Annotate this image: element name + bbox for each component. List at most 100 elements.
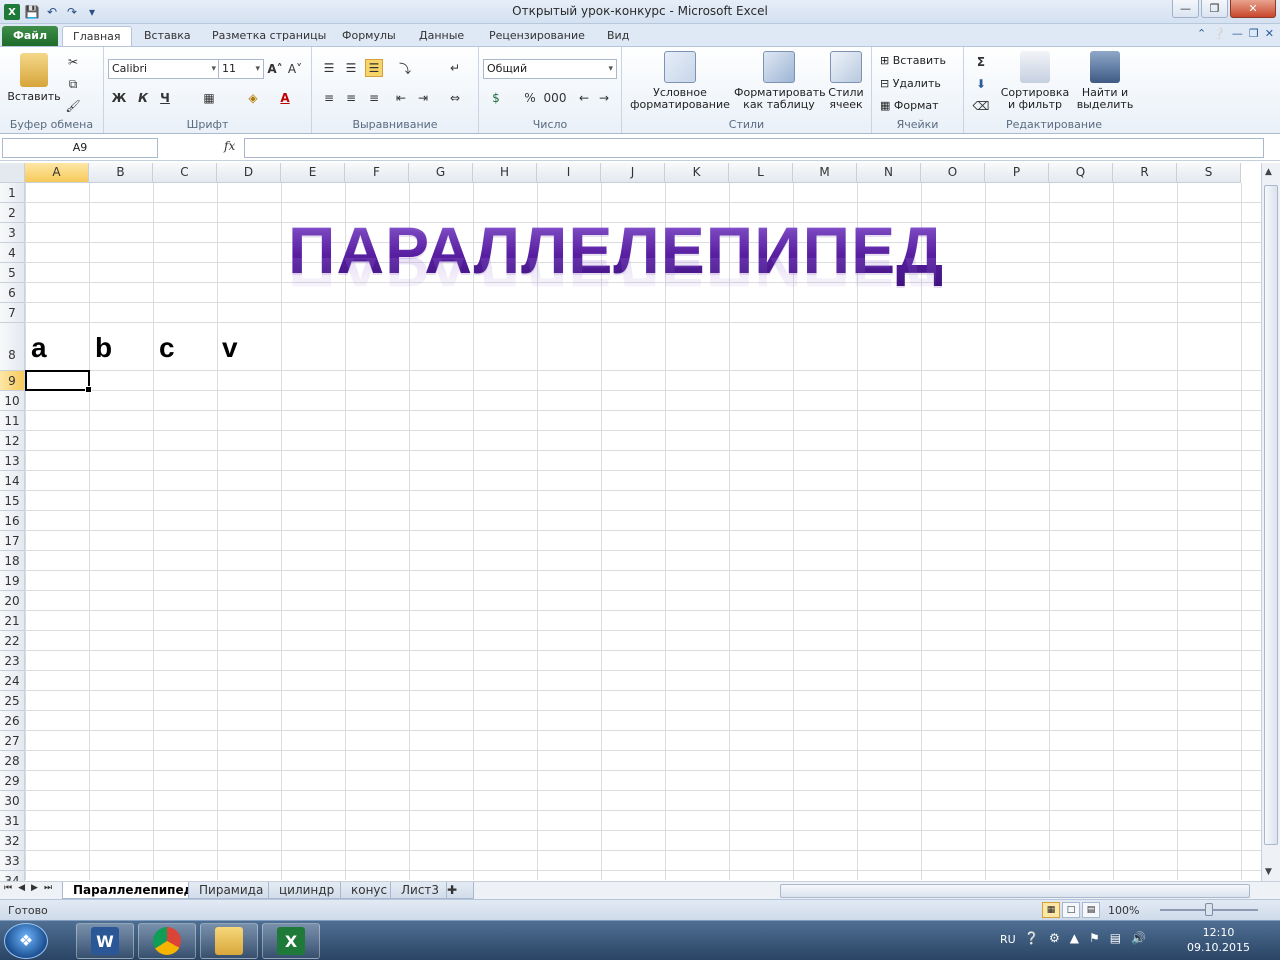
currency-icon[interactable]: $ <box>487 89 505 107</box>
row-header-1[interactable]: 1 <box>0 183 25 203</box>
column-header-o[interactable]: O <box>921 163 985 183</box>
italic-button[interactable]: К <box>134 89 152 107</box>
column-header-h[interactable]: H <box>473 163 537 183</box>
column-header-m[interactable]: M <box>793 163 857 183</box>
row-header-27[interactable]: 27 <box>0 731 25 751</box>
flag-icon[interactable]: ⚑ <box>1089 931 1100 945</box>
insert-cells-button[interactable]: ⊞ Вставить <box>880 55 946 67</box>
increase-indent-icon[interactable]: ⇥ <box>414 89 432 107</box>
vertical-scrollbar[interactable]: ▲ ▼ <box>1261 163 1280 881</box>
row-header-21[interactable]: 21 <box>0 611 25 631</box>
volume-icon[interactable]: 🔊 <box>1131 931 1146 945</box>
row-header-17[interactable]: 17 <box>0 531 25 551</box>
column-header-f[interactable]: F <box>345 163 409 183</box>
minimize-button[interactable]: — <box>1172 0 1199 18</box>
sheet-tab-cylinder[interactable]: цилиндр <box>268 882 346 899</box>
row-header-14[interactable]: 14 <box>0 471 25 491</box>
column-header-r[interactable]: R <box>1113 163 1177 183</box>
align-right-icon[interactable]: ≡ <box>365 89 383 107</box>
vertical-scroll-thumb[interactable] <box>1264 185 1278 845</box>
column-header-c[interactable]: C <box>153 163 217 183</box>
tab-data[interactable]: Данные <box>409 26 474 46</box>
column-header-g[interactable]: G <box>409 163 473 183</box>
decrease-decimal-icon[interactable]: → <box>595 89 613 107</box>
column-header-d[interactable]: D <box>217 163 281 183</box>
align-left-icon[interactable]: ≡ <box>320 89 338 107</box>
increase-decimal-icon[interactable]: ← <box>575 89 593 107</box>
wrap-text-icon[interactable]: ↵ <box>446 59 464 77</box>
select-all-corner[interactable] <box>0 163 25 183</box>
column-header-j[interactable]: J <box>601 163 665 183</box>
row-header-23[interactable]: 23 <box>0 651 25 671</box>
sheet-tab-pyramid[interactable]: Пирамида <box>188 882 275 899</box>
sheet-tab-list3[interactable]: Лист3 <box>390 882 451 899</box>
merge-center-icon[interactable]: ⇔ <box>446 89 464 107</box>
new-sheet-icon[interactable]: ✚ <box>446 882 474 899</box>
underline-button[interactable]: Ч <box>156 89 174 107</box>
start-button[interactable]: ❖ <box>4 923 48 959</box>
column-header-i[interactable]: I <box>537 163 601 183</box>
zoom-level[interactable]: 100% <box>1108 904 1139 917</box>
column-header-p[interactable]: P <box>985 163 1049 183</box>
align-bottom-icon[interactable]: ☰ <box>365 59 383 77</box>
paste-button[interactable]: Вставить <box>6 53 62 103</box>
row-header-29[interactable]: 29 <box>0 771 25 791</box>
show-hidden-icon[interactable]: ▲ <box>1070 931 1079 945</box>
page-break-view-icon[interactable]: ▤ <box>1082 902 1100 918</box>
column-header-q[interactable]: Q <box>1049 163 1113 183</box>
tab-view[interactable]: Вид <box>597 26 639 46</box>
formula-input[interactable] <box>244 138 1264 158</box>
column-header-s[interactable]: S <box>1177 163 1241 183</box>
cell-styles-button[interactable]: Стили ячеек <box>824 51 868 111</box>
row-header-24[interactable]: 24 <box>0 671 25 691</box>
column-header-l[interactable]: L <box>729 163 793 183</box>
copy-icon[interactable]: ⧉ <box>64 75 82 93</box>
percent-button[interactable]: % <box>521 89 539 107</box>
fill-icon[interactable]: ⬇ <box>972 75 990 93</box>
column-header-a[interactable]: A <box>25 163 89 183</box>
row-header-15[interactable]: 15 <box>0 491 25 511</box>
row-header-25[interactable]: 25 <box>0 691 25 711</box>
row-header-9[interactable]: 9 <box>0 371 25 391</box>
align-middle-icon[interactable]: ☰ <box>342 59 360 77</box>
cell-a8[interactable]: a <box>31 332 47 364</box>
row-header-19[interactable]: 19 <box>0 571 25 591</box>
sort-filter-button[interactable]: Сортировка и фильтр <box>1000 51 1070 111</box>
format-as-table-button[interactable]: Форматировать как таблицу <box>734 51 826 111</box>
restore-button[interactable]: ❐ <box>1201 0 1228 18</box>
row-header-30[interactable]: 30 <box>0 791 25 811</box>
font-color-icon[interactable]: A <box>276 89 294 107</box>
row-header-7[interactable]: 7 <box>0 303 25 323</box>
tab-insert[interactable]: Вставка <box>134 26 201 46</box>
row-header-6[interactable]: 6 <box>0 283 25 303</box>
tab-home[interactable]: Главная <box>62 26 132 46</box>
tab-page-layout[interactable]: Разметка страницы <box>202 26 336 46</box>
row-header-16[interactable]: 16 <box>0 511 25 531</box>
cut-icon[interactable]: ✂ <box>64 53 82 71</box>
column-header-b[interactable]: B <box>89 163 153 183</box>
row-header-20[interactable]: 20 <box>0 591 25 611</box>
prev-sheet-icon[interactable]: ◀ <box>18 883 25 893</box>
active-cell-a9[interactable] <box>25 370 92 393</box>
window-min-icon[interactable]: — <box>1232 27 1243 40</box>
row-header-31[interactable]: 31 <box>0 811 25 831</box>
align-top-icon[interactable]: ☰ <box>320 59 338 77</box>
taskbar-explorer[interactable] <box>200 923 258 959</box>
grow-font-icon[interactable]: A˄ <box>266 60 284 78</box>
fill-color-icon[interactable]: ◈ <box>244 89 262 107</box>
row-header-12[interactable]: 12 <box>0 431 25 451</box>
row-header-28[interactable]: 28 <box>0 751 25 771</box>
decrease-indent-icon[interactable]: ⇤ <box>392 89 410 107</box>
tab-file[interactable]: Файл <box>2 26 58 46</box>
normal-view-icon[interactable]: ▦ <box>1042 902 1060 918</box>
align-center-icon[interactable]: ≡ <box>342 89 360 107</box>
thousands-button[interactable]: 000 <box>543 89 567 107</box>
cell-b8[interactable]: b <box>95 332 112 364</box>
network-icon[interactable]: ▤ <box>1110 931 1121 945</box>
next-sheet-icon[interactable]: ▶ <box>31 883 38 893</box>
language-indicator[interactable]: RU <box>1000 933 1016 946</box>
taskbar-chrome[interactable] <box>138 923 196 959</box>
name-box[interactable]: A9 <box>2 138 158 158</box>
format-cells-button[interactable]: ▦ Формат <box>880 100 939 112</box>
row-header-2[interactable]: 2 <box>0 203 25 223</box>
